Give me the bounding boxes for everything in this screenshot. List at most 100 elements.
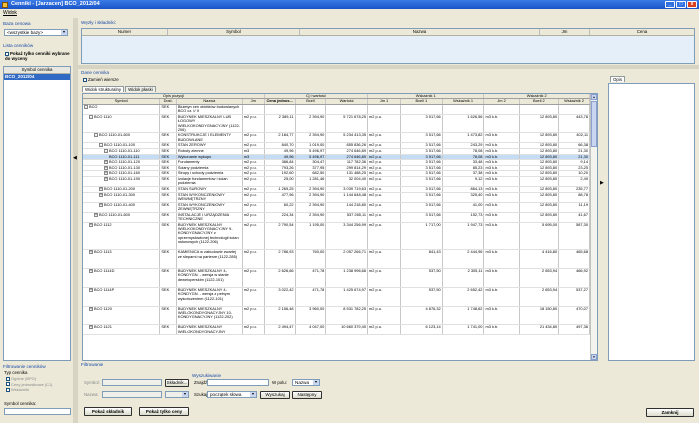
- col-symbol[interactable]: Symbol: [168, 29, 300, 35]
- expand-icon[interactable]: +: [99, 202, 103, 207]
- cell-bcell1: [400, 104, 443, 115]
- expand-icon[interactable]: +: [104, 160, 108, 165]
- col-cena[interactable]: Cena: [590, 29, 694, 35]
- scroll-up-icon[interactable]: ▲: [591, 94, 597, 100]
- cell-jm2: [483, 104, 520, 115]
- cell-jm1: m2 p.u.: [367, 212, 401, 223]
- expand-icon[interactable]: +: [99, 187, 103, 191]
- pokaz-skladnik-button[interactable]: Pokaż składnik: [84, 407, 132, 416]
- typ-option-wskazniki[interactable]: Wskaźniki: [6, 387, 52, 393]
- cell-cena: 2 626,66: [264, 268, 296, 288]
- wyszukiwanie-label: Wyszukiwanie: [192, 373, 222, 378]
- tab-strukturalny[interactable]: Widok strukturalny: [82, 86, 125, 92]
- table-row[interactable]: + BCO 1110-01-300 SEK STAN WYKOŃCZENIOWY WE…: [83, 192, 590, 203]
- expand-icon[interactable]: +: [89, 222, 93, 227]
- cell-jm: m2 p.u.: [242, 114, 265, 134]
- chevron-right-icon[interactable]: ▶: [600, 180, 604, 186]
- filtrowanie-label: Filtrowanie: [81, 362, 104, 367]
- menu-widok[interactable]: Widok: [3, 10, 17, 16]
- left-splitter[interactable]: [73, 18, 78, 423]
- tab-opis[interactable]: Opis: [610, 76, 626, 82]
- col-symbol-cennika[interactable]: Symbol cennika: [4, 67, 70, 74]
- cell-bcell1: 6 123,14: [400, 324, 443, 336]
- filter-symbol-input[interactable]: [102, 379, 162, 386]
- col-numer[interactable]: Numer: [82, 29, 168, 35]
- pokaz-checkbox[interactable]: Pokaż tylko cenniki wybrane do wyceny: [5, 51, 71, 61]
- expand-icon[interactable]: +: [104, 165, 108, 170]
- nastepny-button[interactable]: Następny: [292, 391, 322, 399]
- expand-icon[interactable]: +: [89, 325, 93, 330]
- table-row[interactable]: - BCO 1110 SEK BUDYNEK MIESZKALNY LUB ŁOGOW…: [83, 114, 590, 134]
- pokaz-ceny-button[interactable]: Pokaż tylko ceny: [139, 407, 189, 416]
- table-row[interactable]: + BCO 1114D SEK BUDYNEK MIESZKALNY 4-KONDYG…: [83, 268, 590, 288]
- table-row[interactable]: + BCO 1120 SEK BUDYNEK MIESZKALNY WIELOKOND…: [83, 306, 590, 326]
- cell-bcell2: 2 653,94: [519, 268, 560, 288]
- scroll-down-icon[interactable]: ▼: [591, 354, 597, 360]
- filter-nazwa-input[interactable]: [102, 391, 162, 398]
- cell-jm2: m3 k.b.: [483, 176, 520, 187]
- expand-icon[interactable]: +: [89, 250, 93, 255]
- collapse-icon[interactable]: -: [99, 143, 103, 148]
- expand-icon[interactable]: +: [104, 177, 108, 181]
- skladnik-button[interactable]: Składnik...: [165, 379, 189, 387]
- table-row[interactable]: - BCO 1110-01-600 SEK KONSTRUKCJE I ELEMENT…: [83, 132, 590, 144]
- expand-icon[interactable]: +: [89, 287, 93, 292]
- cell-bcell: [295, 104, 327, 115]
- cell-wartosc: 1 144 648,48: [325, 192, 369, 203]
- table-row[interactable]: + BCO 1113 SEK KAMIENICA w zabudowie zwarte…: [83, 249, 590, 269]
- cell-wskaznik1: [442, 104, 485, 115]
- cell-jm2: m3 k.b.: [483, 114, 520, 134]
- znajdz-input[interactable]: [207, 379, 269, 386]
- close-button[interactable]: x: [687, 1, 697, 8]
- table-row[interactable]: + BCO 1112 SEK BUDYNEK MIESZKALNY WIELKOKON…: [83, 222, 590, 251]
- baza-select[interactable]: <wszystkie bazy> ▼: [4, 29, 68, 36]
- w-polu-select[interactable]: Nazwa ▼: [292, 379, 320, 386]
- szukaj-select[interactable]: początek słowa ▼: [207, 391, 257, 398]
- grid-scrollbar[interactable]: ▲ ▼: [590, 94, 597, 360]
- col-nazwa[interactable]: Nazwa: [300, 29, 540, 35]
- collapse-icon[interactable]: -: [89, 114, 93, 119]
- top-splitter[interactable]: [78, 65, 699, 69]
- tab-plaski[interactable]: Widok płaski: [125, 86, 156, 92]
- table-row[interactable]: + BCO 1114P SEK BUDYNEK MIESZKALNY 4-KONDYG…: [83, 287, 590, 307]
- table-row[interactable]: + BCO 1110-01-600 SEK INSTALACJE I URZĄDZEN…: [83, 212, 590, 223]
- collapse-icon[interactable]: -: [104, 149, 108, 154]
- cell-dost: SEK: [159, 324, 177, 336]
- symbol-cennika-label: Symbol cennika:: [4, 401, 37, 406]
- table-row[interactable]: + BCO 1110-01-190 SEK Izolacje fundamentów …: [83, 176, 590, 187]
- collapse-icon[interactable]: -: [84, 104, 88, 109]
- cennik-row[interactable]: BCO_2012/04: [4, 74, 70, 80]
- table-row[interactable]: + BCO 1110-01-400 SEK STAN WYKOŃCZENIOWY ZE…: [83, 202, 590, 213]
- col-jm[interactable]: Jm: [540, 29, 590, 35]
- scroll-thumb[interactable]: [591, 101, 597, 147]
- table-row[interactable]: + BCO 1121 SEK BUDYNEK MIESZKALNY WIELOKOND…: [83, 324, 590, 336]
- expand-icon[interactable]: +: [89, 268, 93, 273]
- collapse-icon[interactable]: -: [94, 133, 98, 138]
- zamien-checkbox[interactable]: Zamień wiersze: [83, 77, 119, 82]
- table-row[interactable]: - BCO SEK Biuletyn cen obiektów budowlanych…: [83, 104, 590, 115]
- wyszukaj-button[interactable]: Wyszukaj: [260, 391, 290, 399]
- cell-bcell2: 5 695,00: [519, 222, 560, 251]
- minimize-button[interactable]: _: [665, 1, 675, 8]
- dane-label: Dane cennika: [81, 70, 110, 75]
- filter-nazwa-select[interactable]: ▼: [165, 391, 189, 398]
- chevron-down-icon: ▼: [250, 392, 256, 397]
- row-symbol-text: BCO 1121: [94, 324, 112, 330]
- cell-bcell: 760,00: [295, 249, 327, 269]
- expand-icon[interactable]: +: [104, 171, 108, 176]
- cell-wartosc: 5 721 678,25: [325, 114, 369, 134]
- cell-cena: [264, 104, 296, 115]
- expand-icon[interactable]: +: [89, 306, 93, 311]
- col-cena-jedn[interactable]: Cena jednos...: [264, 98, 296, 105]
- cell-dost: SEK: [159, 104, 177, 115]
- expand-icon[interactable]: +: [94, 212, 98, 217]
- expand-icon[interactable]: +: [99, 192, 103, 197]
- cell-wskaznik2: 497,36: [558, 324, 590, 336]
- zamknij-button[interactable]: Zamknij: [646, 408, 694, 417]
- cell-jm: m2 p.u.: [242, 176, 265, 187]
- symbol-cennika-input[interactable]: [4, 408, 71, 415]
- cell-bcell2: 12 893,80: [519, 192, 560, 203]
- cell-dost: SEK: [159, 202, 177, 213]
- chevron-left-icon[interactable]: ◀: [73, 155, 77, 161]
- maximize-button[interactable]: □: [676, 1, 686, 8]
